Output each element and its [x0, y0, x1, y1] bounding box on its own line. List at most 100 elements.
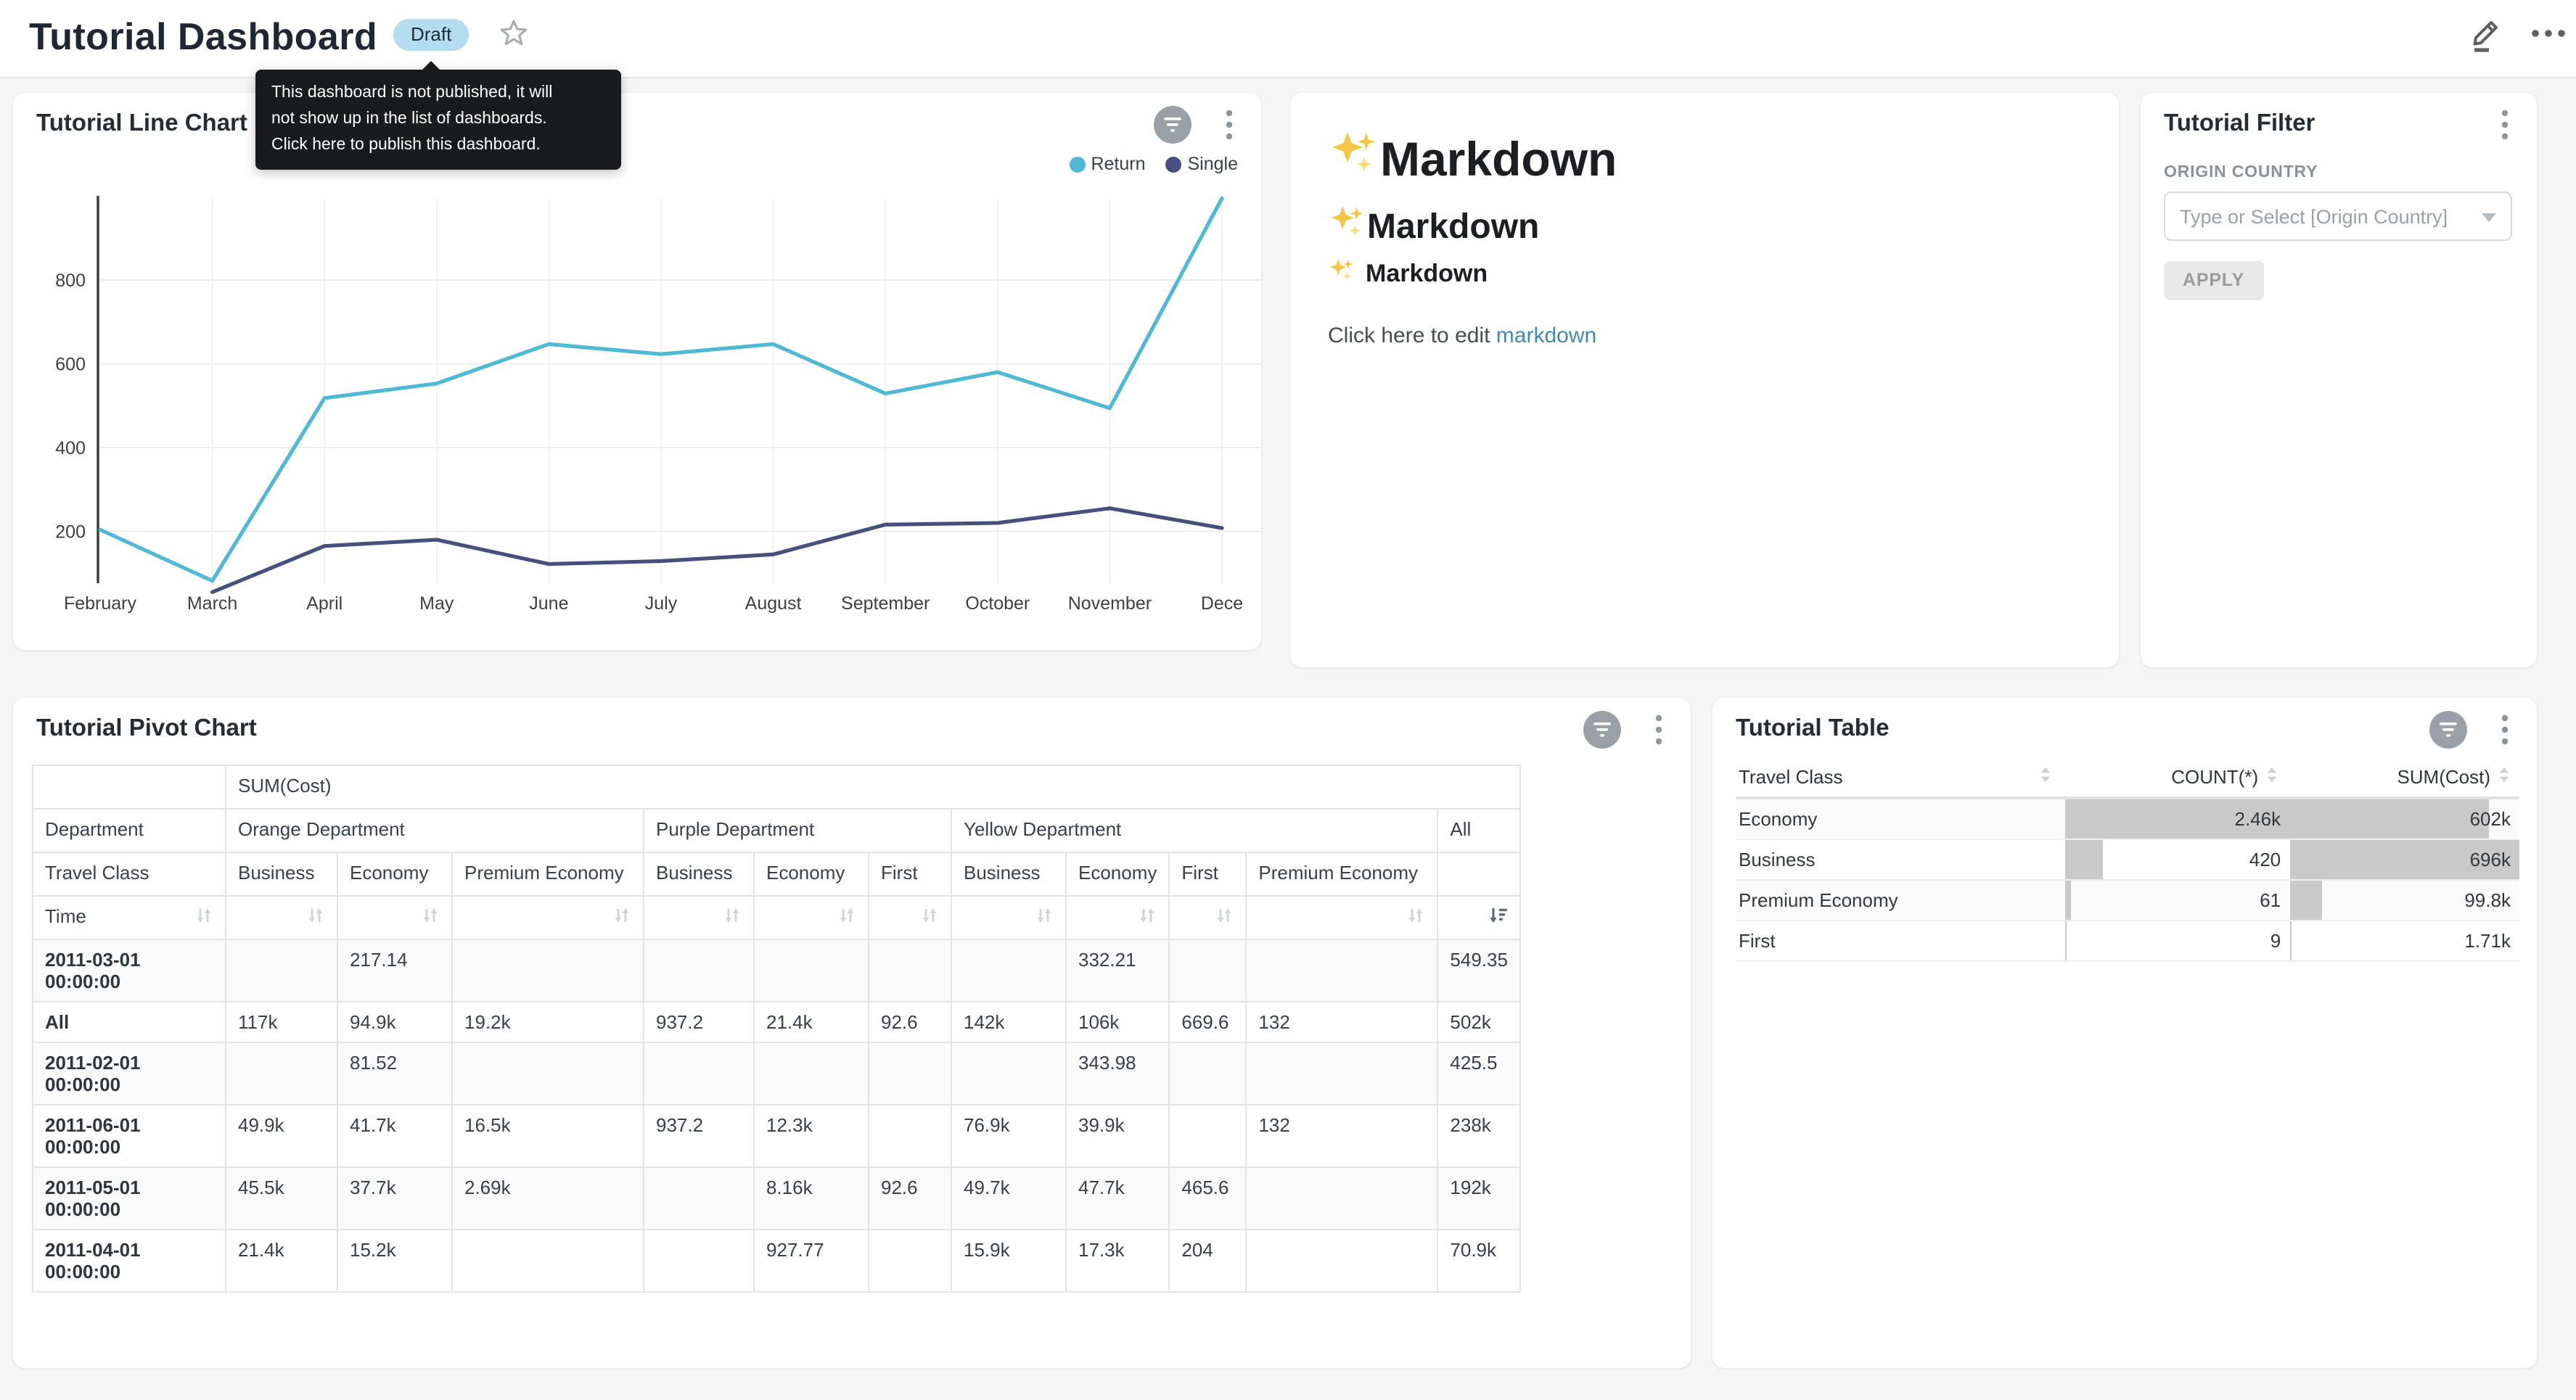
travel-class-cell: First: [1736, 921, 2065, 960]
pivot-row-label: 2011-06-01 00:00:00: [33, 1105, 226, 1167]
pivot-column-header: Premium Economy: [452, 852, 644, 896]
pivot-value-cell: [754, 939, 869, 1002]
apply-button[interactable]: APPLY: [2164, 261, 2263, 300]
pivot-value-cell: [754, 1042, 869, 1105]
pivot-value-cell: 217.14: [337, 939, 452, 1002]
travel-class-cell: Premium Economy: [1736, 881, 2065, 920]
pivot-value-cell: [452, 939, 644, 1002]
pivot-value-cell: 669.6: [1169, 1002, 1246, 1042]
pivot-value-cell: 21.4k: [754, 1002, 869, 1042]
origin-country-select[interactable]: Type or Select [Origin Country]: [2164, 192, 2512, 241]
pivot-department-label: Department: [33, 809, 226, 852]
line-chart-plot[interactable]: 200400600800FebruaryMarchAprilMayJuneJul…: [13, 174, 1261, 650]
legend-item-return[interactable]: Return: [1069, 154, 1145, 174]
pivot-value-cell: 19.2k: [452, 1002, 644, 1042]
pivot-value-cell: [869, 1042, 951, 1105]
table-row: Business420696k: [1736, 840, 2519, 881]
tooltip-line: This dashboard is not published, it will: [271, 81, 605, 107]
column-header-travel-class[interactable]: Travel Class: [1736, 756, 2061, 796]
sort-caret-icon: [2498, 766, 2511, 788]
pivot-value-cell: 70.9k: [1437, 1230, 1520, 1292]
markdown-heading-3: Markdown: [1328, 257, 1488, 292]
pivot-sort-header[interactable]: [754, 896, 869, 939]
pivot-value-cell: [1246, 939, 1437, 1002]
origin-country-label: ORIGIN COUNTRY: [2164, 164, 2318, 181]
pivot-value-cell: [452, 1042, 644, 1105]
filter-indicator-icon[interactable]: [2429, 711, 2467, 749]
line-chart-title: Tutorial Line Chart: [36, 110, 247, 138]
pivot-value-cell: 15.9k: [951, 1230, 1066, 1292]
more-options-ellipsis-icon[interactable]: [2530, 17, 2567, 49]
svg-text:400: 400: [55, 438, 86, 458]
pivot-value-cell: 41.7k: [337, 1105, 452, 1167]
count-cell: 61: [2065, 881, 2289, 920]
pivot-corner-cell: [33, 765, 226, 809]
pivot-time-sort-header[interactable]: Time: [33, 896, 226, 939]
sort-caret-icon: [2039, 766, 2052, 788]
markdown-h1-text: Markdown: [1380, 132, 1617, 187]
count-cell: 2.46k: [2065, 799, 2289, 839]
count-cell: 9: [2065, 921, 2289, 960]
pivot-measure-label: SUM(Cost): [226, 765, 1520, 809]
chart-legend: Return Single: [1069, 154, 1238, 174]
pivot-sort-header[interactable]: [452, 896, 644, 939]
pivot-value-cell: [644, 1230, 754, 1292]
chart-kebab-menu-icon[interactable]: [2493, 712, 2516, 747]
pivot-value-cell: [644, 939, 754, 1002]
svg-text:February: February: [64, 593, 137, 614]
pivot-sort-header[interactable]: [337, 896, 452, 939]
pivot-value-cell: 16.5k: [452, 1105, 644, 1167]
pivot-value-cell: 76.9k: [951, 1105, 1066, 1167]
svg-text:March: March: [187, 593, 237, 614]
pivot-value-cell: 12.3k: [754, 1105, 869, 1167]
pivot-value-cell: 332.21: [1066, 939, 1169, 1002]
pivot-value-cell: 49.7k: [951, 1167, 1066, 1230]
table-card: Tutorial Table Travel ClassCOUNT(*)SUM(C…: [1712, 698, 2537, 1368]
chart-kebab-menu-icon[interactable]: [1647, 712, 1670, 747]
filter-indicator-icon[interactable]: [1154, 106, 1191, 144]
svg-text:Dece: Dece: [1201, 593, 1243, 614]
pivot-value-cell: [951, 1042, 1066, 1105]
markdown-paragraph-text: Click here to edit: [1328, 324, 1496, 348]
table-header-row: Travel Class COUNT(*) SUM(Cost): [1736, 756, 2519, 799]
filter-indicator-icon[interactable]: [1583, 711, 1621, 749]
pivot-value-cell: 927.77: [754, 1230, 869, 1292]
pivot-sort-header[interactable]: [1066, 896, 1169, 939]
column-header-label: SUM(Cost): [2397, 766, 2490, 788]
favorite-star-icon[interactable]: [498, 17, 533, 52]
column-header-count-[interactable]: COUNT(*): [2061, 756, 2287, 796]
pivot-sort-header[interactable]: [1246, 896, 1437, 939]
tooltip-line: not show up in the list of dashboards.: [271, 107, 605, 133]
sort-caret-icon: [2265, 766, 2278, 788]
pivot-group-header: Purple Department: [644, 809, 951, 852]
pivot-sort-header[interactable]: [644, 896, 754, 939]
sum-cell: 1.71k: [2289, 921, 2519, 960]
pivot-sort-header[interactable]: [951, 896, 1066, 939]
column-header-label: COUNT(*): [2171, 766, 2258, 788]
pivot-value-cell: 15.2k: [337, 1230, 452, 1292]
pivot-value-cell: [869, 1230, 951, 1292]
pivot-value-cell: 425.5: [1437, 1042, 1520, 1105]
chart-kebab-menu-icon[interactable]: [1218, 107, 1241, 142]
pivot-value-cell: [869, 939, 951, 1002]
sparkles-icon: [1328, 203, 1367, 252]
pivot-column-header: Business: [644, 852, 754, 896]
filter-kebab-menu-icon[interactable]: [2493, 107, 2516, 142]
pivot-column-header: First: [1169, 852, 1246, 896]
edit-pencil-icon[interactable]: [2467, 13, 2505, 54]
pivot-sort-header[interactable]: [869, 896, 951, 939]
pivot-sort-header-active[interactable]: [1437, 896, 1520, 939]
pivot-sort-header[interactable]: [1169, 896, 1246, 939]
select-placeholder: Type or Select [Origin Country]: [2180, 205, 2482, 227]
pivot-value-cell: 47.7k: [1066, 1167, 1169, 1230]
page-title: Tutorial Dashboard: [29, 15, 377, 59]
status-badge[interactable]: Draft: [393, 19, 469, 51]
markdown-edit-link[interactable]: markdown: [1496, 324, 1596, 348]
pivot-value-cell: 39.9k: [1066, 1105, 1169, 1167]
column-header-sum-cost-[interactable]: SUM(Cost): [2287, 756, 2519, 796]
travel-class-cell: Economy: [1736, 799, 2065, 839]
pivot-sort-header[interactable]: [226, 896, 337, 939]
pivot-column-header: Economy: [337, 852, 452, 896]
markdown-card: Markdown Markdown Markdown Click here to…: [1290, 93, 2119, 667]
legend-item-single[interactable]: Single: [1166, 154, 1239, 174]
